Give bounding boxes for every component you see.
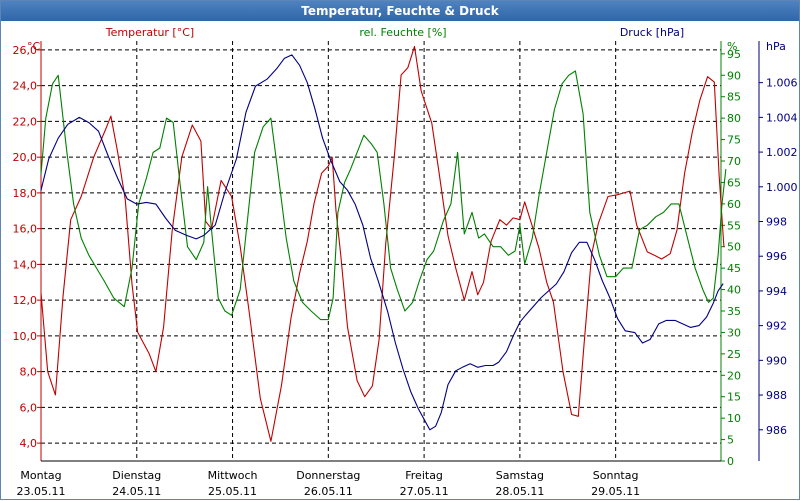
pressure-unit: hPa: [766, 40, 786, 53]
temperature-tick-label: 14,0: [13, 258, 38, 271]
weather-chart: 4,0 6,0 8,0 10,0 12,0 14,0 16,0 18,0 20,0 22,0 24,…: [13, 26, 798, 498]
x-tick-date-label: 29.05.11: [591, 485, 640, 498]
x-tick-day-label: Samstag: [496, 469, 544, 482]
humidity-tick-label: 65: [727, 176, 741, 189]
x-tick-day-label: Donnerstag: [296, 469, 360, 482]
x-tick-date-label: 26.05.11: [304, 485, 353, 498]
x-tick-day-label: Sonntag: [593, 469, 639, 482]
humidity-tick-label: 15: [727, 391, 741, 404]
x-tick-day-label: Montag: [20, 469, 61, 482]
pressure-tick-label: 1.002: [766, 146, 798, 159]
temperature-unit: °C: [27, 40, 41, 53]
pressure-tick-label: 1.000: [766, 181, 798, 194]
humidity-tick-label: 5: [727, 434, 734, 447]
humidity-tick-label: 25: [727, 348, 741, 361]
humidity-tick-label: 70: [727, 155, 741, 168]
humidity-tick-label: 35: [727, 305, 741, 318]
x-tick-date-label: 28.05.11: [495, 485, 544, 498]
temperature-tick-label: 24,0: [13, 80, 38, 93]
x-tick-date-label: 25.05.11: [208, 485, 257, 498]
temperature-tick-label: 10,0: [13, 330, 38, 343]
humidity-tick-label: 85: [727, 91, 741, 104]
pressure-tick-label: 1.004: [766, 111, 798, 124]
humidity-tick-label: 40: [727, 284, 741, 297]
pressure-tick-label: 996: [766, 250, 787, 263]
pressure-tick-label: 988: [766, 389, 787, 402]
humidity-axis-label: rel. Feuchte [%]: [359, 26, 446, 39]
temperature-tick-label: 4,0: [20, 437, 38, 450]
chart-window: Temperatur, Feuchte & Druck 4,0 6,0 8,0 10,…: [0, 0, 800, 500]
humidity-tick-label: 80: [727, 112, 741, 125]
temperature-tick-label: 6,0: [20, 401, 38, 414]
x-tick-day-label: Freitag: [405, 469, 443, 482]
temperature-line: [40, 45, 725, 442]
temperature-tick-label: 16,0: [13, 223, 38, 236]
temperature-tick-label: 22,0: [13, 115, 38, 128]
humidity-tick-label: 75: [727, 134, 741, 147]
pressure-tick-label: 990: [766, 354, 787, 367]
x-tick-day-label: Mittwoch: [208, 469, 258, 482]
x-tick-date-label: 24.05.11: [112, 485, 161, 498]
temperature-tick-label: 12,0: [13, 294, 38, 307]
pressure-tick-label: 1.006: [766, 77, 798, 90]
x-tick-day-label: Dienstag: [112, 469, 161, 482]
humidity-tick-label: 55: [727, 219, 741, 232]
humidity-unit: %: [727, 40, 737, 53]
x-tick-date-label: 23.05.11: [17, 485, 66, 498]
humidity-tick-label: 90: [727, 69, 741, 82]
humidity-tick-label: 10: [727, 412, 741, 425]
pressure-tick-label: 994: [766, 285, 787, 298]
humidity-tick-label: 50: [727, 241, 741, 254]
humidity-tick-label: 20: [727, 369, 741, 382]
humidity-tick-label: 0: [727, 455, 734, 468]
humidity-tick-label: 45: [727, 262, 741, 275]
pressure-tick-label: 998: [766, 215, 787, 228]
pressure-tick-label: 986: [766, 424, 787, 437]
temperature-tick-label: 20,0: [13, 151, 38, 164]
pressure-tick-label: 992: [766, 320, 787, 333]
temperature-axis-label: Temperatur [°C]: [105, 26, 194, 39]
pressure-axis-label: Druck [hPa]: [620, 26, 684, 39]
temperature-tick-label: 8,0: [20, 366, 38, 379]
humidity-tick-label: 30: [727, 326, 741, 339]
pressure-line: [40, 54, 724, 431]
temperature-tick-label: 18,0: [13, 187, 38, 200]
x-tick-date-label: 27.05.11: [400, 485, 449, 498]
humidity-tick-label: 60: [727, 198, 741, 211]
